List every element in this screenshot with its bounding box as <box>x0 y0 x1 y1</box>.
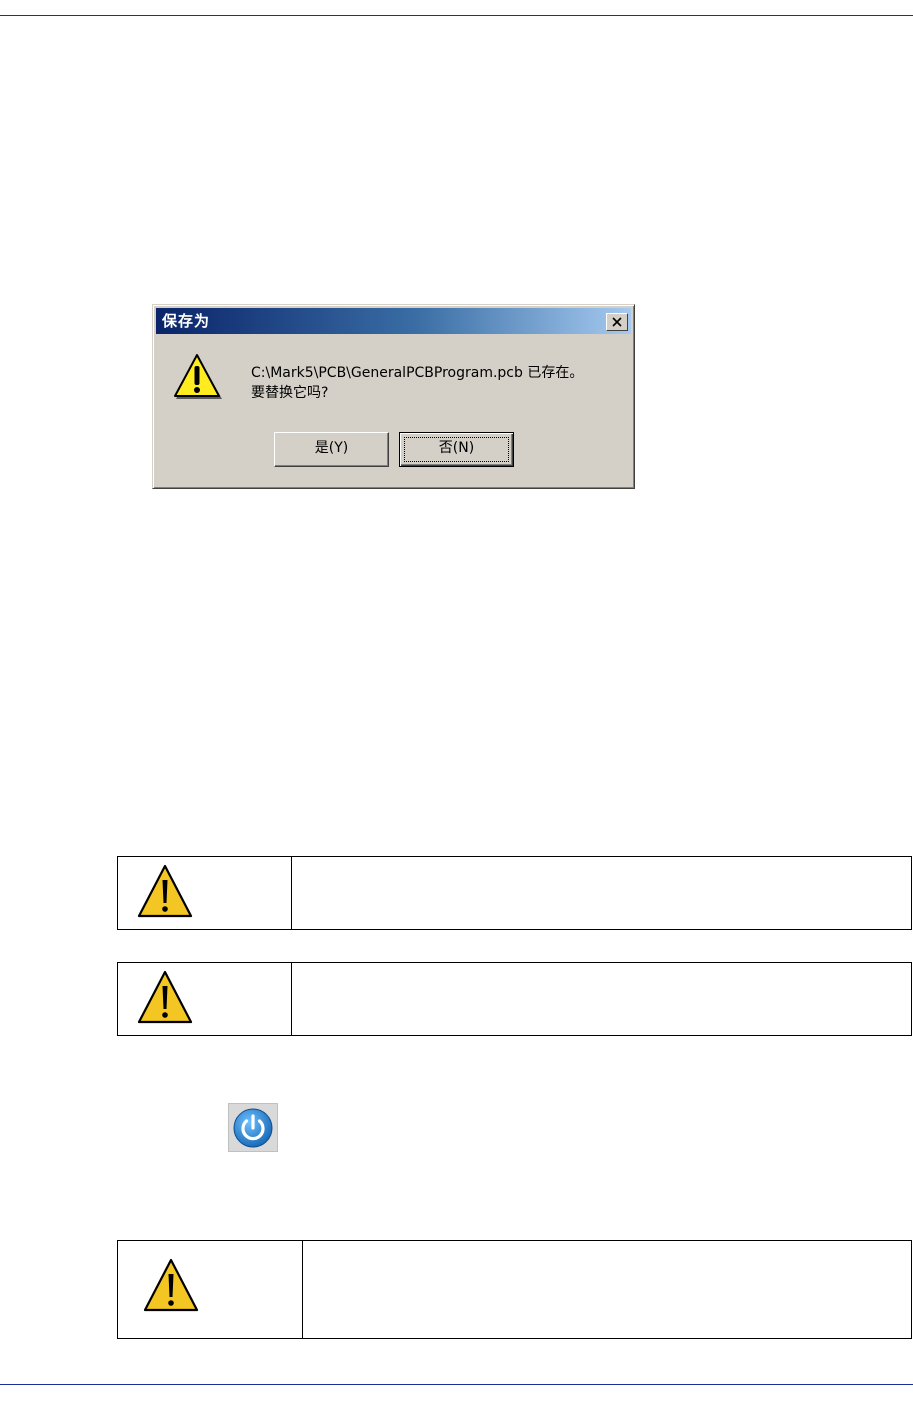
power-icon <box>233 1108 273 1148</box>
dialog-message: C:\Mark5\PCB\GeneralPCBProgram.pcb 已存在。 … <box>251 363 626 403</box>
power-button[interactable] <box>228 1103 278 1152</box>
warning-triangle-icon <box>137 864 193 918</box>
save-as-dialog: 保存为 C:\Mark5\PCB\GeneralPCBProgram.pcb 已… <box>152 304 635 489</box>
warning-triangle-icon <box>143 1258 199 1312</box>
warning-divider <box>291 963 292 1035</box>
warning-divider <box>291 857 292 929</box>
message-line-1: C:\Mark5\PCB\GeneralPCBProgram.pcb 已存在。 <box>251 365 584 381</box>
no-button-label: 否(N) <box>438 440 475 456</box>
warning-divider <box>302 1241 303 1338</box>
dialog-title: 保存为 <box>162 312 211 330</box>
dialog-titlebar[interactable]: 保存为 <box>156 308 631 334</box>
close-button[interactable] <box>606 313 628 331</box>
close-icon <box>612 317 622 327</box>
warning-icon <box>174 354 222 399</box>
yes-button[interactable]: 是(Y) <box>274 432 389 467</box>
header-rule <box>0 15 913 16</box>
footer-rule <box>0 1384 913 1385</box>
warning-box-3 <box>117 1240 912 1339</box>
warning-triangle-icon <box>137 970 193 1024</box>
warning-box-1 <box>117 856 912 930</box>
warning-box-2 <box>117 962 912 1036</box>
no-button[interactable]: 否(N) <box>399 432 514 467</box>
message-line-2: 要替换它吗? <box>251 385 329 401</box>
yes-button-label: 是(Y) <box>314 440 349 456</box>
